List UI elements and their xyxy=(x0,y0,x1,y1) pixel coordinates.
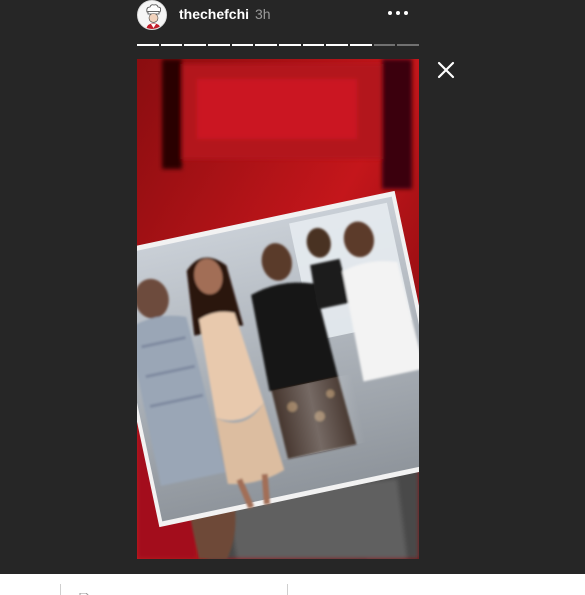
close-icon xyxy=(437,61,455,79)
more-options-button[interactable] xyxy=(385,6,411,22)
avatar[interactable] xyxy=(137,0,167,30)
progress-segment xyxy=(397,44,420,46)
progress-segment xyxy=(231,44,254,46)
progress-segment xyxy=(279,44,301,46)
more-options-icon-dot-2 xyxy=(396,11,400,15)
story-viewer: thechefchi 3h xyxy=(0,0,585,595)
document-icon xyxy=(78,588,90,595)
progress-segment xyxy=(326,44,349,46)
progress-segment xyxy=(160,44,183,46)
story-header: thechefchi 3h xyxy=(137,0,419,30)
more-options-icon-dot-3 xyxy=(404,11,408,15)
story-media[interactable] xyxy=(137,59,419,559)
progress-segment xyxy=(255,44,278,46)
progress-segment xyxy=(350,44,372,46)
progress-segment xyxy=(208,44,230,46)
bottom-divider-right xyxy=(287,584,288,595)
progress-segment xyxy=(184,44,207,46)
story-username[interactable]: thechefchi xyxy=(179,6,249,22)
close-button[interactable] xyxy=(436,60,456,80)
story-photo xyxy=(137,59,419,559)
bottom-divider xyxy=(60,584,61,595)
story-timestamp: 3h xyxy=(255,6,271,22)
progress-segment xyxy=(373,44,396,46)
story-progress-bar xyxy=(137,44,420,46)
more-options-icon xyxy=(388,11,392,15)
progress-segment xyxy=(302,44,325,46)
chef-avatar-icon xyxy=(138,1,166,29)
progress-segment xyxy=(137,44,159,46)
